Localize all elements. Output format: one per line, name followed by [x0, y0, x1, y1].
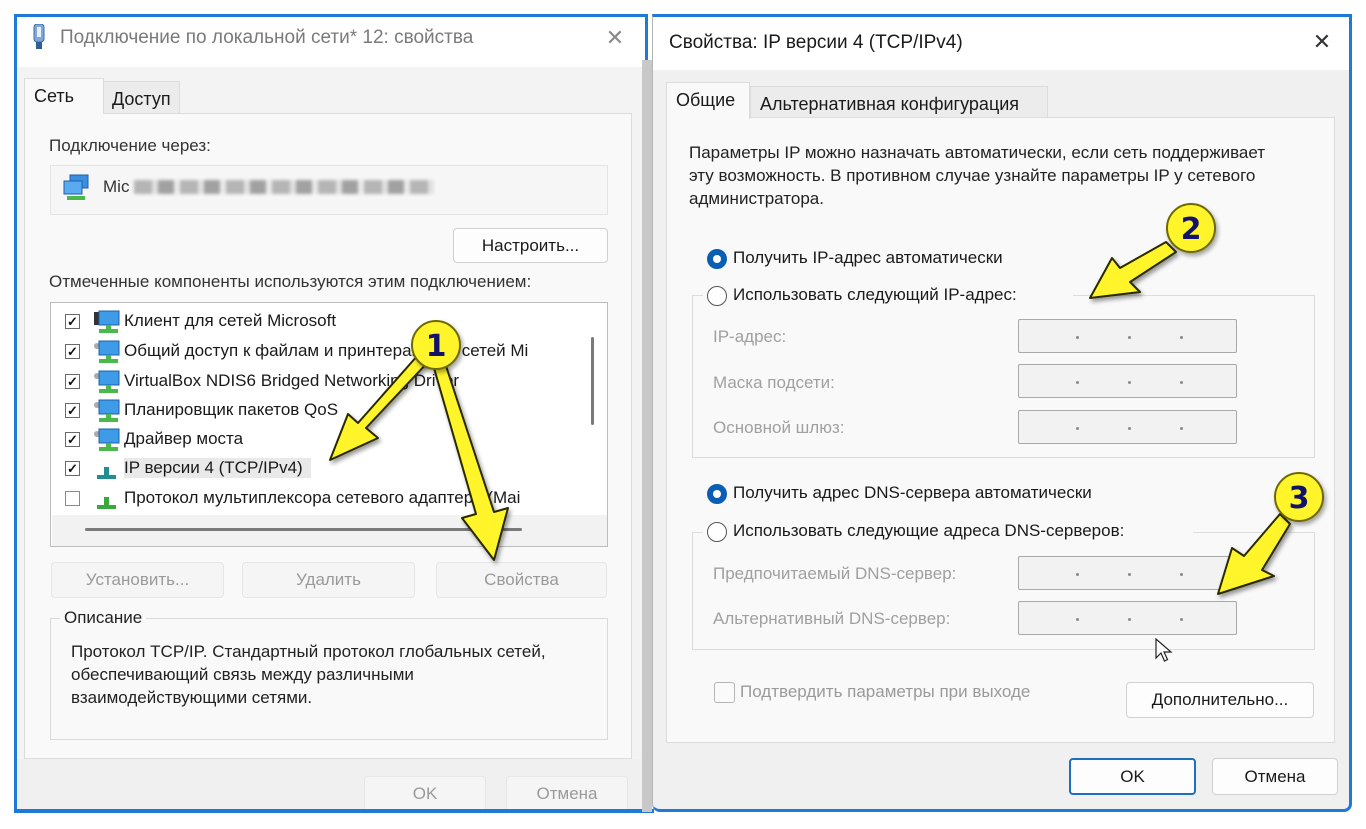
connect-via-label: Подключение через: [49, 136, 211, 155]
component-row[interactable]: ✓ Общий доступ к файлам и принтерам для … [51, 338, 581, 366]
component-checkbox[interactable]: ✓ [65, 403, 80, 418]
component-checkbox[interactable]: ✓ [65, 374, 80, 389]
ip-manual-label[interactable]: Использовать следующий IP-адрес: [733, 285, 1017, 305]
component-label: VirtualBox NDIS6 Bridged Networking Driv… [124, 371, 460, 390]
annotation-badge-1: 1 [411, 320, 461, 370]
description-title: Описание [60, 608, 147, 628]
advanced-button[interactable]: Дополнительно... [1126, 682, 1314, 718]
component-label: Драйвер моста [124, 429, 244, 448]
component-row[interactable]: ✓ VirtualBox NDIS6 Bridged Networking Dr… [51, 368, 581, 396]
components-label: Отмеченные компоненты используются этим … [49, 272, 532, 291]
left-ok-button[interactable]: OK [364, 776, 486, 812]
dns-manual-radio[interactable] [707, 522, 727, 542]
dns-manual-label[interactable]: Использовать следующие адреса DNS-сервер… [733, 521, 1124, 541]
properties-button[interactable]: Свойства [436, 562, 607, 598]
confirm-on-exit-label[interactable]: Подтвердить параметры при выходе [740, 682, 1030, 702]
preferred-dns-label: Предпочитаемый DNS-сервер: [713, 564, 957, 583]
install-button[interactable]: Установить... [51, 562, 224, 598]
component-checkbox[interactable]: ✓ [65, 461, 80, 476]
component-row-selected[interactable]: ✓ IP версии 4 (TCP/IPv4) [51, 455, 581, 483]
preferred-dns-input[interactable] [1018, 556, 1237, 590]
description-text: Протокол TCP/IP. Стандартный протокол гл… [71, 642, 546, 707]
configure-button[interactable]: Настроить... [453, 228, 608, 263]
component-label: Клиент для сетей Microsoft [124, 311, 337, 330]
horizontal-scrollbar-thumb[interactable] [85, 528, 522, 531]
network-service-icon [94, 370, 120, 393]
default-gateway-input[interactable] [1018, 410, 1237, 444]
component-label: Общий доступ к файлам и принтерам для се… [124, 341, 529, 360]
left-close-button[interactable]: ✕ [602, 24, 628, 52]
tab-sharing[interactable]: Доступ [102, 81, 180, 115]
right-close-button[interactable]: ✕ [1308, 28, 1336, 56]
alternate-dns-label: Альтернативный DNS-сервер: [713, 609, 951, 628]
component-row[interactable]: ✓ Клиент для сетей Microsoft [51, 308, 581, 336]
ip-address-label: IP-адрес: [713, 327, 787, 346]
annotation-badge-2: 2 [1166, 203, 1216, 253]
component-label: Планировщик пакетов QoS [124, 400, 339, 419]
component-label: Протокол мультиплексора сетевого адаптер… [124, 488, 521, 507]
left-dialog-title: Подключение по локальной сети* 12: свойс… [60, 27, 474, 48]
left-window-bottom-border [14, 809, 654, 813]
network-service-icon [94, 428, 120, 451]
vertical-scrollbar-thumb[interactable] [591, 337, 594, 425]
component-checkbox[interactable] [65, 491, 80, 506]
tab-alternate-configuration[interactable]: Альтернативная конфигурация [750, 86, 1048, 120]
adapter-monitors-icon [63, 174, 89, 200]
adapter-name: Mic [103, 177, 130, 196]
network-service-icon [94, 399, 120, 422]
dns-auto-label[interactable]: Получить адрес DNS-сервера автоматически [733, 483, 1092, 503]
component-checkbox[interactable]: ✓ [65, 314, 80, 329]
tab-network[interactable]: Сеть [24, 78, 104, 114]
right-ok-button[interactable]: OK [1069, 758, 1196, 795]
right-cancel-button[interactable]: Отмена [1212, 758, 1338, 795]
component-checkbox[interactable]: ✓ [65, 344, 80, 359]
intro-text: Параметры IP можно назначать автоматичес… [689, 143, 1266, 208]
protocol-icon [97, 467, 116, 479]
background-window-edge [642, 60, 652, 812]
left-cancel-button[interactable]: Отмена [506, 776, 628, 812]
subnet-mask-input[interactable] [1018, 364, 1237, 398]
subnet-mask-label: Маска подсети: [713, 373, 835, 392]
component-row[interactable]: ✓ Планировщик пакетов QoS [51, 397, 581, 425]
ip-address-input[interactable] [1018, 319, 1237, 353]
annotation-badge-3: 3 [1274, 472, 1324, 522]
alternate-dns-input[interactable] [1018, 601, 1237, 635]
component-row[interactable]: ✓ Драйвер моста [51, 426, 581, 454]
component-row[interactable]: Протокол мультиплексора сетевого адаптер… [51, 485, 581, 513]
ip-auto-radio[interactable] [707, 249, 727, 269]
components-list[interactable]: ✓ Клиент для сетей Microsoft ✓ Общий дос… [50, 302, 608, 547]
right-dialog-title: Свойства: IP версии 4 (TCP/IPv4) [669, 32, 963, 53]
ip-auto-label[interactable]: Получить IP-адрес автоматически [733, 248, 1003, 268]
component-checkbox[interactable]: ✓ [65, 432, 80, 447]
ip-manual-radio[interactable] [707, 286, 727, 306]
component-label: IP версии 4 (TCP/IPv4) [124, 458, 311, 478]
mouse-cursor-icon [1155, 638, 1173, 662]
default-gateway-label: Основной шлюз: [713, 418, 845, 437]
network-client-icon [94, 310, 120, 333]
adapter-name-blurred [134, 180, 434, 194]
network-service-icon [94, 340, 120, 363]
tab-general[interactable]: Общие [666, 82, 750, 119]
dns-auto-radio[interactable] [707, 484, 727, 504]
remove-button[interactable]: Удалить [242, 562, 415, 598]
confirm-on-exit-checkbox[interactable] [714, 682, 735, 703]
network-adapter-icon [33, 24, 45, 49]
protocol-icon [97, 497, 116, 509]
